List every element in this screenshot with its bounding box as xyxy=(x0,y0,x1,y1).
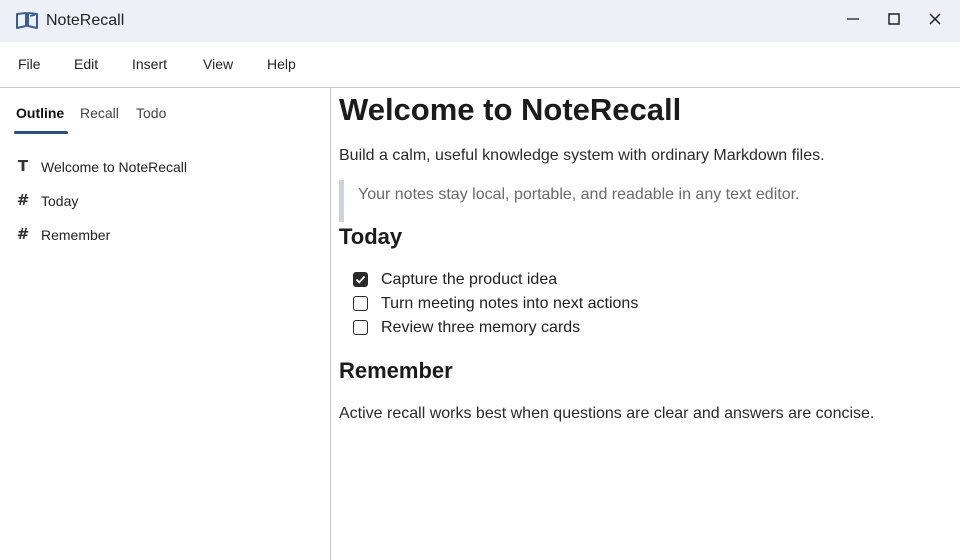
heading1-icon: T xyxy=(17,157,29,175)
outline-item-label: Remember xyxy=(41,227,111,243)
heading-remember: Remember xyxy=(339,358,453,383)
checkbox-unchecked[interactable] xyxy=(353,320,368,335)
editor-pane[interactable]: Welcome to NoteRecall Build a calm, usef… xyxy=(332,88,960,560)
document-title: Welcome to NoteRecall xyxy=(339,92,682,127)
active-tab-indicator xyxy=(14,131,68,134)
maximize-icon xyxy=(888,12,900,30)
menu-bar: File Edit Insert View Help xyxy=(0,42,960,88)
minimize-icon xyxy=(847,12,859,30)
menu-insert[interactable]: Insert xyxy=(132,56,167,72)
remember-paragraph: Active recall works best when questions … xyxy=(339,405,875,422)
heading-hash-icon: # xyxy=(16,191,30,209)
blockquote: Your notes stay local, portable, and rea… xyxy=(339,180,839,222)
intro-paragraph: Build a calm, useful knowledge system wi… xyxy=(339,147,825,164)
open-book-icon xyxy=(16,11,38,31)
outline-item-remember[interactable]: # Remember xyxy=(14,225,314,247)
sidebar: Outline Recall Todo T Welcome to NoteRec… xyxy=(0,88,331,560)
outline-item-today[interactable]: # Today xyxy=(14,191,314,213)
menu-help[interactable]: Help xyxy=(267,56,296,72)
task-label: Review three memory cards xyxy=(381,319,581,336)
checkbox-checked[interactable] xyxy=(353,272,368,287)
menu-file[interactable]: File xyxy=(18,56,41,72)
menu-edit[interactable]: Edit xyxy=(74,56,98,72)
minimize-button[interactable] xyxy=(833,0,873,42)
close-button[interactable] xyxy=(915,0,955,42)
blockquote-text: Your notes stay local, portable, and rea… xyxy=(358,186,800,203)
outline-item-label: Today xyxy=(41,193,79,209)
checkbox-unchecked[interactable] xyxy=(353,296,368,311)
title-bar: NoteRecall xyxy=(0,0,960,42)
outline-item-label: Welcome to NoteRecall xyxy=(41,159,188,175)
maximize-button[interactable] xyxy=(874,0,914,42)
task-label: Turn meeting notes into next actions xyxy=(381,295,639,312)
tab-recall[interactable]: Recall xyxy=(80,105,119,121)
task-label: Capture the product idea xyxy=(381,271,558,288)
task-item: Review three memory cards xyxy=(353,318,753,338)
tab-todo[interactable]: Todo xyxy=(136,105,166,121)
window-title: NoteRecall xyxy=(46,12,125,29)
task-item: Turn meeting notes into next actions xyxy=(353,294,753,314)
tab-outline[interactable]: Outline xyxy=(16,105,64,121)
heading-hash-icon: # xyxy=(16,225,30,243)
menu-view[interactable]: View xyxy=(203,56,233,72)
task-item: Capture the product idea xyxy=(353,270,753,290)
close-icon xyxy=(929,12,941,30)
outline-item-welcome[interactable]: T Welcome to NoteRecall xyxy=(14,157,314,179)
heading-today: Today xyxy=(339,224,403,249)
